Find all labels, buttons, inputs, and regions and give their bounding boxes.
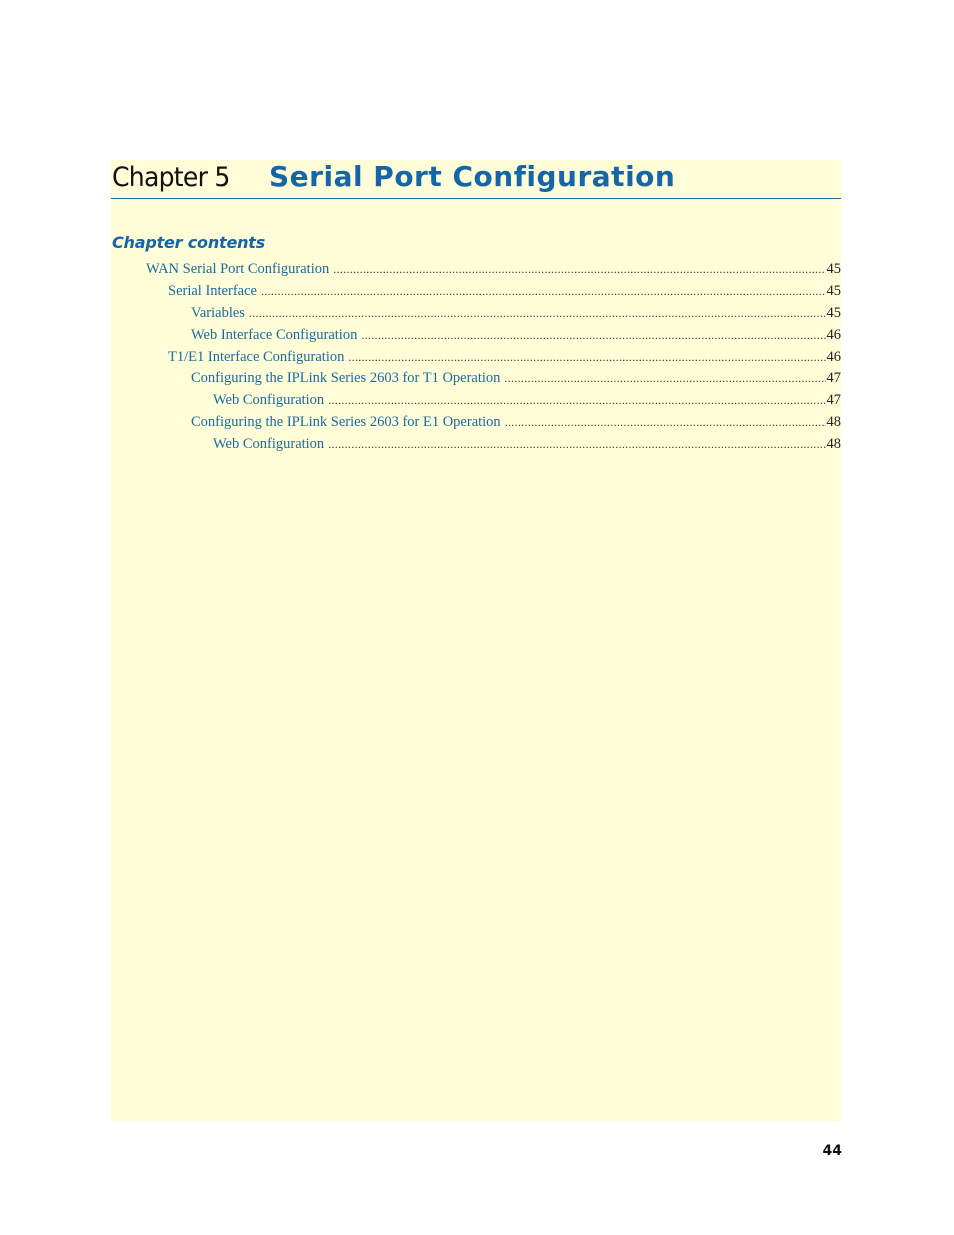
toc-entry-page[interactable]: 46 [826,347,842,369]
toc-entry-label[interactable]: Serial Interface [168,281,261,303]
chapter-title: Serial Port Configuration [269,160,676,193]
toc-entry-label[interactable]: WAN Serial Port Configuration [146,259,333,281]
toc-dot-leader [361,325,825,347]
toc-entry[interactable]: Configuring the IPLink Series 2603 for T… [111,368,841,390]
toc-dot-leader [505,412,826,434]
toc-entry-page[interactable]: 45 [826,303,842,325]
toc-entry-page[interactable]: 46 [826,325,842,347]
toc-entry[interactable]: T1/E1 Interface Configuration 46 [111,347,841,369]
toc-dot-leader [348,347,825,369]
toc-dot-leader [328,390,825,412]
contents-heading: Chapter contents [112,233,266,252]
toc-entry-label[interactable]: Configuring the IPLink Series 2603 for E… [191,412,505,434]
toc-dot-leader [333,259,825,281]
toc-entry-page[interactable]: 48 [826,434,842,456]
toc-entry[interactable]: Configuring the IPLink Series 2603 for E… [111,412,841,434]
toc-entry-page[interactable]: 47 [826,368,842,390]
chapter-header: Chapter 5 Serial Port Configuration [111,160,841,199]
toc-entry-page[interactable]: 48 [826,412,842,434]
toc-entry-label[interactable]: Variables [191,303,249,325]
toc-entry[interactable]: Serial Interface 45 [111,281,841,303]
toc-dot-leader [504,368,825,390]
toc-entry[interactable]: Variables 45 [111,303,841,325]
toc-entry-label[interactable]: Web Configuration [213,390,328,412]
page-number: 44 [822,1143,842,1159]
toc-entry-label[interactable]: T1/E1 Interface Configuration [168,347,348,369]
toc-dot-leader [328,434,825,456]
toc-entry-label[interactable]: Web Interface Configuration [191,325,361,347]
toc-entry[interactable]: WAN Serial Port Configuration 45 [111,259,841,281]
toc-entry[interactable]: Web Interface Configuration 46 [111,325,841,347]
toc-entry[interactable]: Web Configuration 48 [111,434,841,456]
toc-entry-label[interactable]: Configuring the IPLink Series 2603 for T… [191,368,504,390]
table-of-contents: WAN Serial Port Configuration 45 Serial … [111,259,841,456]
toc-dot-leader [249,303,826,325]
toc-entry-page[interactable]: 47 [826,390,842,412]
toc-entry-label[interactable]: Web Configuration [213,434,328,456]
chapter-number: Chapter 5 [112,162,230,193]
chapter-panel: Chapter 5 Serial Port Configuration Chap… [111,160,841,1121]
toc-entry[interactable]: Web Configuration 47 [111,390,841,412]
toc-entry-page[interactable]: 45 [826,259,842,281]
toc-dot-leader [261,281,826,303]
toc-entry-page[interactable]: 45 [826,281,842,303]
